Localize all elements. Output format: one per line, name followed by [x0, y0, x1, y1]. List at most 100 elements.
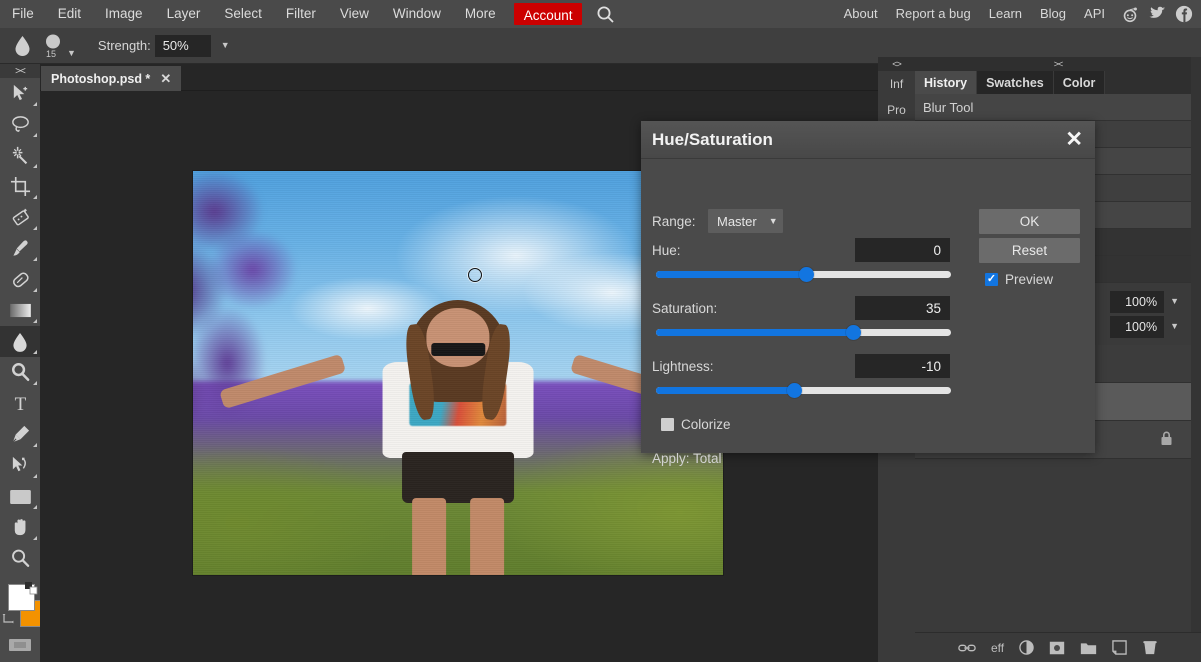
tab-color[interactable]: Color: [1053, 71, 1106, 94]
patch-tool[interactable]: [0, 202, 40, 233]
apply-status: Apply: Total: [652, 451, 722, 466]
menu-layer[interactable]: Layer: [155, 0, 213, 28]
crop-tool[interactable]: [0, 171, 40, 202]
fill-input[interactable]: 100%: [1110, 315, 1165, 338]
folder-icon[interactable]: [1080, 641, 1097, 655]
panel-tabs: History Swatches Color: [915, 71, 1201, 94]
color-swatches[interactable]: [0, 582, 47, 632]
adjustment-icon[interactable]: [1019, 640, 1034, 655]
close-icon[interactable]: ✕: [1065, 129, 1083, 150]
colorize-checkbox[interactable]: Colorize: [661, 417, 731, 432]
menu-learn[interactable]: Learn: [980, 0, 1031, 28]
link-icon[interactable]: [958, 642, 976, 654]
sidebar-item-properties[interactable]: Pro: [878, 97, 915, 123]
delete-icon[interactable]: [1142, 640, 1158, 656]
brush-preset-picker[interactable]: 15 ▼: [44, 34, 76, 59]
preview-checkbox[interactable]: ✓ Preview: [985, 272, 1053, 287]
dialog-title: Hue/Saturation: [652, 129, 773, 149]
range-select[interactable]: Master ▼: [708, 209, 783, 233]
document-tab[interactable]: Photoshop.psd * ✕: [41, 66, 182, 91]
effects-icon[interactable]: eff: [991, 641, 1004, 655]
tab-swatches[interactable]: Swatches: [977, 71, 1054, 94]
preview-checkbox-box[interactable]: ✓: [985, 273, 998, 286]
magic-wand-tool[interactable]: [0, 140, 40, 171]
panel-bottom-toolbar: eff: [915, 632, 1201, 662]
menu-about[interactable]: About: [835, 0, 887, 28]
opacity-chevron-down-icon[interactable]: ▼: [1170, 297, 1179, 306]
dialog-body: Range: Master ▼ Hue: 0 Saturation: 35 Li…: [641, 159, 1095, 466]
close-icon[interactable]: ✕: [160, 72, 171, 85]
colorize-label: Colorize: [681, 417, 731, 432]
colorize-checkbox-box[interactable]: [661, 418, 674, 431]
menu-filter[interactable]: Filter: [274, 0, 328, 28]
dodge-tool[interactable]: [0, 357, 40, 388]
gradient-tool[interactable]: [0, 295, 40, 326]
brush-tool[interactable]: [0, 233, 40, 264]
account-button[interactable]: Account: [513, 3, 583, 25]
sidebar-item-info[interactable]: Inf: [878, 71, 915, 97]
blur-tool[interactable]: [0, 326, 40, 357]
menu-report-a-bug[interactable]: Report a bug: [887, 0, 980, 28]
pen-tool[interactable]: [0, 419, 40, 450]
hue-slider-fill: [656, 271, 807, 278]
search-icon[interactable]: [596, 5, 615, 24]
menu-window[interactable]: Window: [381, 0, 453, 28]
menu-more[interactable]: More: [453, 0, 508, 28]
brush-size-value: 15: [46, 48, 57, 59]
menu-api[interactable]: API: [1075, 0, 1114, 28]
menu-view[interactable]: View: [328, 0, 381, 28]
menu-image[interactable]: Image: [93, 0, 155, 28]
strength-chevron-down-icon[interactable]: ▼: [221, 41, 230, 50]
dialog-title-bar[interactable]: Hue/Saturation ✕: [641, 121, 1095, 159]
image-leg-right: [470, 497, 505, 575]
hue-slider-knob[interactable]: [798, 267, 814, 282]
saturation-slider-knob[interactable]: [846, 325, 862, 340]
mask-icon[interactable]: [1049, 641, 1065, 655]
lightness-slider-knob[interactable]: [787, 383, 803, 398]
range-select-value: Master: [717, 213, 757, 229]
document-tab-bar: Photoshop.psd * ✕: [40, 64, 878, 91]
saturation-slider-fill: [656, 329, 854, 336]
chevron-down-icon[interactable]: ▼: [67, 48, 76, 58]
menu-select[interactable]: Select: [212, 0, 274, 28]
facebook-icon[interactable]: [1175, 5, 1193, 23]
move-tool[interactable]: [0, 78, 40, 109]
lightness-input[interactable]: -10: [855, 354, 950, 378]
hue-input[interactable]: 0: [855, 238, 950, 262]
document-tab-title: Photoshop.psd *: [51, 71, 151, 86]
lightness-slider[interactable]: [656, 383, 951, 398]
eraser-tool[interactable]: [0, 264, 40, 295]
type-tool[interactable]: T: [0, 388, 40, 419]
range-label: Range:: [652, 214, 696, 229]
lightness-label: Lightness:: [652, 359, 714, 374]
ok-button[interactable]: OK: [979, 209, 1080, 234]
twitter-icon[interactable]: [1148, 5, 1166, 23]
hue-slider[interactable]: [656, 267, 951, 282]
quick-mask-toggle[interactable]: [0, 632, 40, 658]
shape-tool[interactable]: [0, 481, 40, 512]
path-selection-tool[interactable]: [0, 450, 40, 481]
reset-button[interactable]: Reset: [979, 238, 1080, 263]
menu-blog[interactable]: Blog: [1031, 0, 1075, 28]
hand-tool[interactable]: [0, 512, 40, 543]
tab-history[interactable]: History: [915, 71, 978, 94]
image-shorts: [401, 452, 515, 503]
swap-colors-icon[interactable]: [25, 582, 39, 598]
layers-scrollbar[interactable]: [1191, 57, 1201, 662]
menu-edit[interactable]: Edit: [46, 0, 93, 28]
opacity-input[interactable]: 100%: [1110, 290, 1165, 313]
reddit-icon[interactable]: [1121, 5, 1139, 23]
side-dock-grip[interactable]: <>: [878, 57, 915, 71]
panel-grip[interactable]: ><: [915, 57, 1201, 71]
default-colors-icon[interactable]: [2, 612, 16, 629]
saturation-slider[interactable]: [656, 325, 951, 340]
zoom-tool[interactable]: [0, 543, 40, 574]
list-item[interactable]: Blur Tool: [915, 94, 1201, 121]
tools-panel-grip[interactable]: ><: [0, 64, 40, 78]
saturation-input[interactable]: 35: [855, 296, 950, 320]
lasso-tool[interactable]: [0, 109, 40, 140]
fill-chevron-down-icon[interactable]: ▼: [1170, 322, 1179, 331]
new-layer-icon[interactable]: [1112, 640, 1127, 655]
strength-input[interactable]: 50%: [154, 34, 211, 57]
menu-file[interactable]: File: [0, 0, 46, 28]
